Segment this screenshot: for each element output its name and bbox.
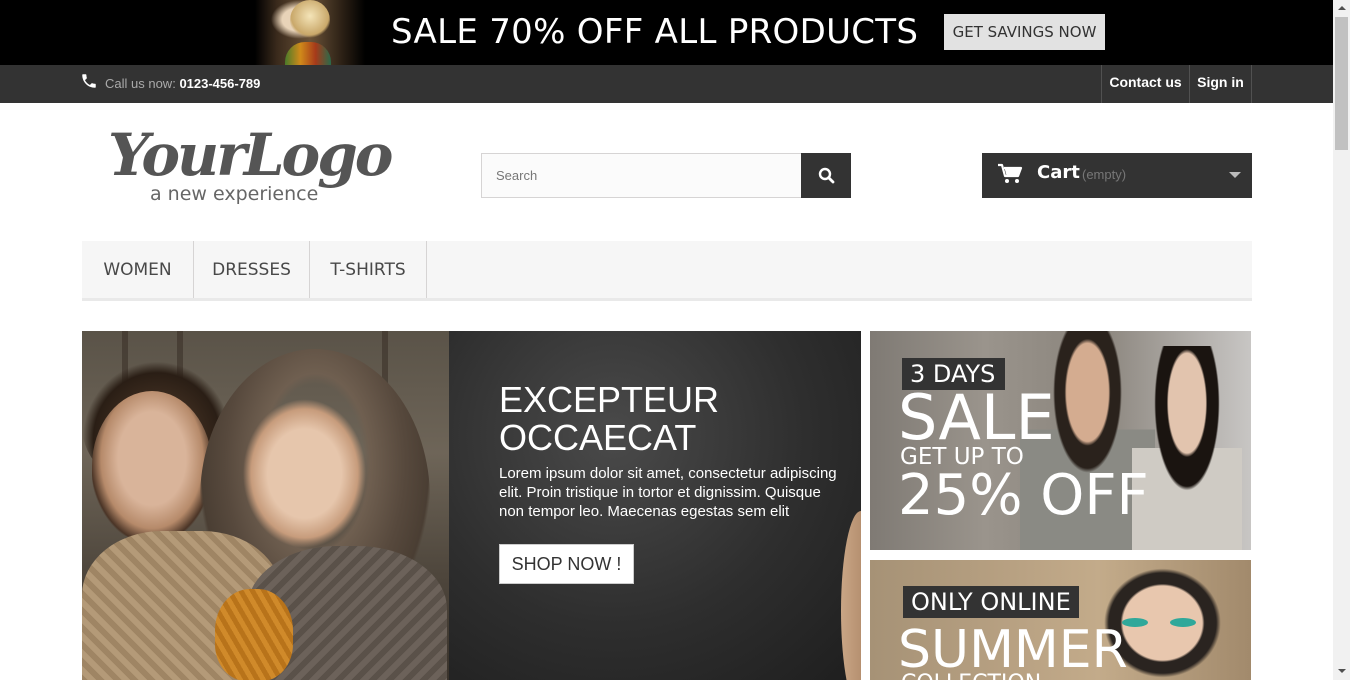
sale-banner-headline: SALE [898,381,1055,454]
slide-title: EXCEPTEUR OCCAECAT [499,379,720,458]
search-icon [818,167,835,184]
summer-banner[interactable]: ONLY ONLINE SUMMER COLLECTION [870,560,1251,680]
chevron-down-icon [1229,172,1241,178]
sale-banner[interactable]: 3 DAYS SALE GET UP TO 25% OFF [870,331,1251,550]
main-menu: WOMEN DRESSES T-SHIRTS [82,241,1252,301]
scroll-down-arrow-icon[interactable] [1333,663,1350,680]
hero-slider[interactable]: EXCEPTEUR OCCAECAT Lorem ipsum dolor sit… [82,331,861,680]
sale-banner-offer: 25% OFF [898,463,1149,528]
scroll-up-arrow-icon[interactable] [1333,0,1350,17]
cart-button[interactable]: Cart (empty) [982,153,1252,198]
cart-icon [998,163,1023,183]
get-savings-button[interactable]: GET SAVINGS NOW [944,14,1105,50]
contact-us-link[interactable]: Contact us [1101,65,1189,103]
call-us-label: Call us now: [105,76,176,91]
top-bar: Call us now: 0123-456-789 Contact us Sig… [0,65,1333,103]
menu-item-t-shirts[interactable]: T-SHIRTS [310,241,427,298]
promo-headline: SALE 70% OFF ALL PRODUCTS [391,12,919,52]
page-scrollbar[interactable] [1333,0,1350,680]
cart-status: (empty) [1082,167,1127,182]
shop-now-button[interactable]: SHOP NOW ! [499,544,634,584]
menu-item-women[interactable]: WOMEN [82,241,194,298]
phone-number: 0123-456-789 [179,76,261,91]
summer-banner-headline: SUMMER [898,620,1128,680]
promo-model-image [255,0,365,65]
scrollbar-thumb[interactable] [1335,17,1348,150]
cart-label: Cart [1037,162,1080,183]
phone-icon [82,74,96,88]
summer-banner-subline: COLLECTION [901,672,1041,680]
summer-banner-tag: ONLY ONLINE [903,586,1079,618]
slide-caption-panel: EXCEPTEUR OCCAECAT Lorem ipsum dolor sit… [449,331,861,680]
sign-in-link[interactable]: Sign in [1189,65,1252,103]
logo-wordmark: YourLogo [108,121,393,189]
site-logo[interactable]: YourLogo a new experience [108,121,398,210]
slide-description: Lorem ipsum dolor sit amet, consectetur … [499,465,837,520]
logo-tagline: a new experience [150,183,319,205]
search-input[interactable] [481,153,802,198]
slide-image [82,331,449,680]
promo-banner[interactable]: SALE 70% OFF ALL PRODUCTS GET SAVINGS NO… [0,0,1333,65]
menu-item-dresses[interactable]: DRESSES [194,241,310,298]
store-page: SALE 70% OFF ALL PRODUCTS GET SAVINGS NO… [0,0,1350,680]
call-us-text: Call us now: 0123-456-789 [105,76,260,91]
search-button[interactable] [801,153,851,198]
